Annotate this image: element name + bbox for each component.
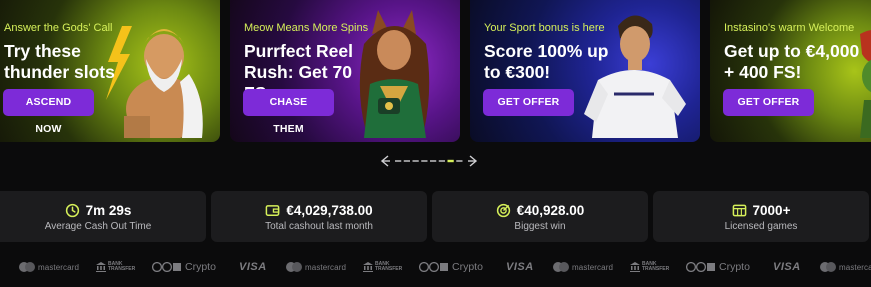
mastercard-icon bbox=[553, 262, 569, 272]
ascend-now-button[interactable]: ASCEND NOW bbox=[3, 89, 94, 135]
promo-eyebrow: Answer the Gods' Call bbox=[4, 22, 113, 34]
slot-machine-icon bbox=[732, 204, 746, 216]
clock-icon bbox=[65, 203, 79, 217]
crypto-logo: Crypto bbox=[686, 257, 750, 277]
stat-value: 7000+ bbox=[752, 202, 791, 218]
stats-bar: 7m 29s Average Cash Out Time €4,029,738.… bbox=[0, 191, 871, 242]
stat-value: 7m 29s bbox=[85, 202, 132, 218]
stat-value: €40,928.00 bbox=[516, 202, 585, 218]
visa-logo: VISA bbox=[239, 261, 267, 273]
stat-value: €4,029,738.00 bbox=[286, 202, 373, 218]
promo-eyebrow: Instasino's warm Welcome bbox=[724, 22, 855, 34]
mastercard-icon bbox=[19, 262, 35, 272]
promo-eyebrow: Meow Means More Spins bbox=[244, 22, 369, 34]
mastercard-logo: mastercard bbox=[19, 257, 79, 277]
bank-transfer-logo: BANK TRANSFER bbox=[630, 257, 669, 277]
crypto-logo: Crypto bbox=[152, 257, 216, 277]
stat-label: Biggest win bbox=[514, 221, 566, 232]
promo-card-welcome[interactable]: Instasino's warm Welcome Get up to €4,00… bbox=[710, 0, 871, 142]
stat-label: Average Cash Out Time bbox=[44, 221, 152, 232]
promo-eyebrow: Your Sport bonus is here bbox=[484, 22, 605, 34]
crypto-logo: Crypto bbox=[419, 257, 483, 277]
promo-card-thunder[interactable]: Answer the Gods' Call Try these thunder … bbox=[0, 0, 220, 142]
target-icon bbox=[496, 203, 510, 217]
get-offer-button[interactable]: GET OFFER bbox=[723, 89, 814, 116]
promo-title: Get up to €4,000 + 400 FS! bbox=[724, 41, 860, 82]
stat-licensed-games: 7000+ Licensed games bbox=[653, 191, 869, 242]
mastercard-logo: mastercard bbox=[286, 257, 346, 277]
promo-text: Answer the Gods' Call Try these thunder … bbox=[4, 22, 134, 83]
mastercard-icon bbox=[286, 262, 302, 272]
stat-label: Total cashout last month bbox=[265, 221, 373, 232]
promo-text: Your Sport bonus is here Score 100% up t… bbox=[484, 22, 614, 83]
get-offer-button[interactable]: GET OFFER bbox=[483, 89, 574, 116]
stat-biggest-win: €40,928.00 Biggest win bbox=[432, 191, 648, 242]
page: Answer the Gods' Call Try these thunder … bbox=[0, 0, 871, 287]
payment-methods: mastercard BANK TRANSFER Crypto VISA mast… bbox=[0, 257, 871, 277]
bank-transfer-logo: BANK TRANSFER bbox=[363, 257, 402, 277]
promo-carousel[interactable]: Answer the Gods' Call Try these thunder … bbox=[0, 0, 871, 142]
promo-text: Instasino's warm Welcome Get up to €4,00… bbox=[724, 22, 864, 83]
promo-title: Score 100% up to €300! bbox=[484, 41, 609, 82]
bank-transfer-logo: BANK TRANSFER bbox=[96, 257, 135, 277]
bank-icon bbox=[363, 262, 373, 272]
stat-total-cashout: €4,029,738.00 Total cashout last month bbox=[211, 191, 427, 242]
wallet-icon bbox=[265, 204, 280, 216]
promo-title: Try these thunder slots bbox=[4, 41, 115, 82]
bank-icon bbox=[630, 262, 640, 272]
visa-logo: VISA bbox=[773, 261, 801, 273]
chase-them-button[interactable]: CHASE THEM bbox=[243, 89, 334, 135]
carousel-pager[interactable] bbox=[380, 154, 478, 168]
mastercard-icon bbox=[820, 262, 836, 272]
visa-logo: VISA bbox=[506, 261, 534, 273]
mastercard-logo: mastercard bbox=[553, 257, 613, 277]
promo-card-reel-rush[interactable]: Meow Means More Spins Purrfect Reel Rush… bbox=[230, 0, 460, 142]
mastercard-logo: mastercard bbox=[820, 257, 871, 277]
bank-icon bbox=[96, 262, 106, 272]
stat-label: Licensed games bbox=[724, 221, 798, 232]
crypto-coins-icon bbox=[686, 262, 715, 272]
crypto-coins-icon bbox=[152, 262, 181, 272]
pager-track[interactable] bbox=[380, 154, 478, 168]
crypto-coins-icon bbox=[419, 262, 448, 272]
stat-cashout-time: 7m 29s Average Cash Out Time bbox=[0, 191, 206, 242]
promo-card-sport[interactable]: Your Sport bonus is here Score 100% up t… bbox=[470, 0, 700, 142]
